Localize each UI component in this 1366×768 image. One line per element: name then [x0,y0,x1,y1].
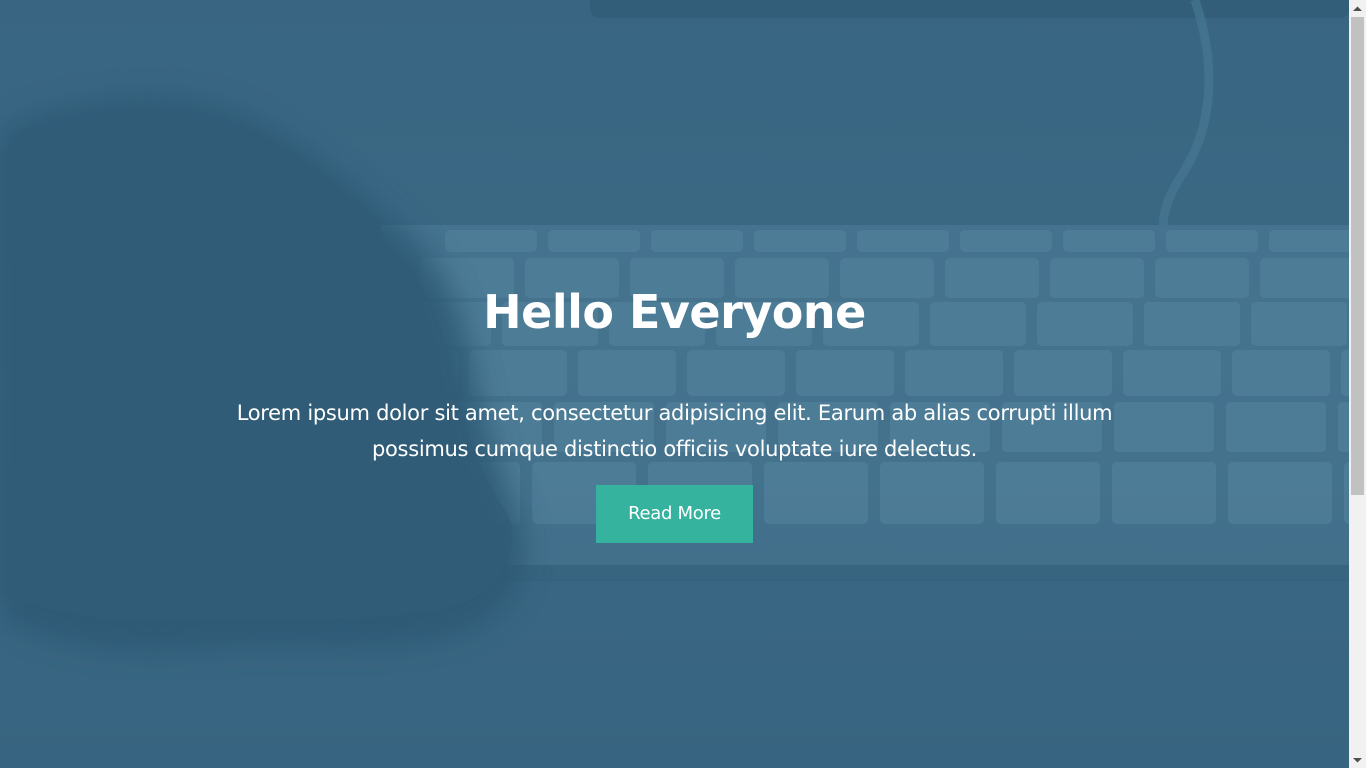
hero-title: Hello Everyone [483,285,866,339]
scroll-down-arrow-icon[interactable] [1349,751,1366,768]
hero-description: Lorem ipsum dolor sit amet, consectetur … [236,401,1113,461]
browser-viewport: Hello Everyone Lorem ipsum dolor sit ame… [0,0,1366,768]
scrollbar-thumb[interactable] [1351,17,1364,495]
vertical-scrollbar[interactable] [1349,0,1366,768]
hero-content: Hello Everyone Lorem ipsum dolor sit ame… [0,0,1349,768]
scroll-up-arrow-icon[interactable] [1349,0,1366,17]
hero-section: Hello Everyone Lorem ipsum dolor sit ame… [0,0,1349,768]
read-more-button[interactable]: Read More [596,485,753,543]
